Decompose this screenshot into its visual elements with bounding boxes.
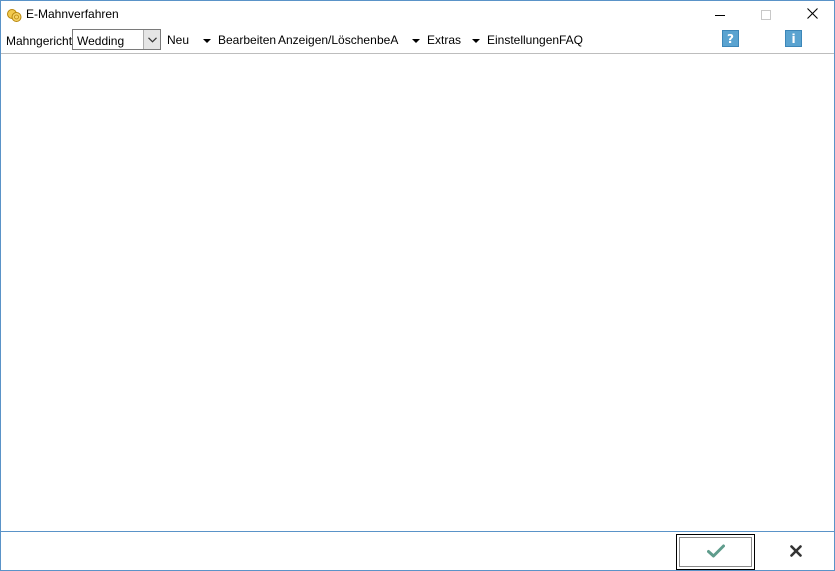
- court-select-value: Wedding: [77, 34, 125, 48]
- toolbar: Mahngericht: Wedding Neu Bearbeiten Anze…: [1, 29, 834, 53]
- coins-icon: [6, 7, 22, 23]
- ok-button[interactable]: [676, 534, 755, 570]
- chevron-down-icon[interactable]: [143, 30, 160, 49]
- help-icon[interactable]: ?: [722, 30, 739, 47]
- menu-bearbeiten[interactable]: Bearbeiten: [218, 33, 276, 47]
- info-icon[interactable]: i: [785, 30, 802, 47]
- content-area: [1, 53, 834, 531]
- ok-button-focus-rect: [679, 537, 752, 567]
- cancel-button[interactable]: [758, 534, 834, 570]
- maximize-icon: [761, 10, 771, 20]
- x-icon: [790, 544, 802, 560]
- menu-bea[interactable]: beA: [377, 33, 398, 47]
- minimize-button[interactable]: [697, 1, 743, 29]
- title-bar: E-Mahnverfahren: [1, 1, 834, 29]
- court-label: Mahngericht:: [6, 34, 76, 48]
- menu-einstellungen[interactable]: Einstellungen: [487, 33, 559, 47]
- extras-dropdown-arrow-icon[interactable]: [472, 39, 480, 43]
- main-window: E-Mahnverfahren Mahngericht: Wedding Neu…: [0, 0, 835, 571]
- maximize-button[interactable]: [743, 1, 789, 29]
- court-select[interactable]: Wedding: [72, 29, 161, 50]
- bottom-bar: [1, 531, 834, 570]
- window-title: E-Mahnverfahren: [26, 7, 119, 21]
- bea-dropdown-arrow-icon[interactable]: [412, 39, 420, 43]
- menu-extras[interactable]: Extras: [427, 33, 461, 47]
- minimize-icon: [715, 14, 725, 16]
- menu-neu[interactable]: Neu: [167, 33, 189, 47]
- close-icon: [806, 8, 818, 22]
- neu-dropdown-arrow-icon[interactable]: [203, 39, 211, 43]
- menu-faq[interactable]: FAQ: [559, 33, 583, 47]
- menu-anzeigen-loeschen[interactable]: Anzeigen/Löschen: [278, 33, 377, 47]
- close-button[interactable]: [789, 1, 835, 29]
